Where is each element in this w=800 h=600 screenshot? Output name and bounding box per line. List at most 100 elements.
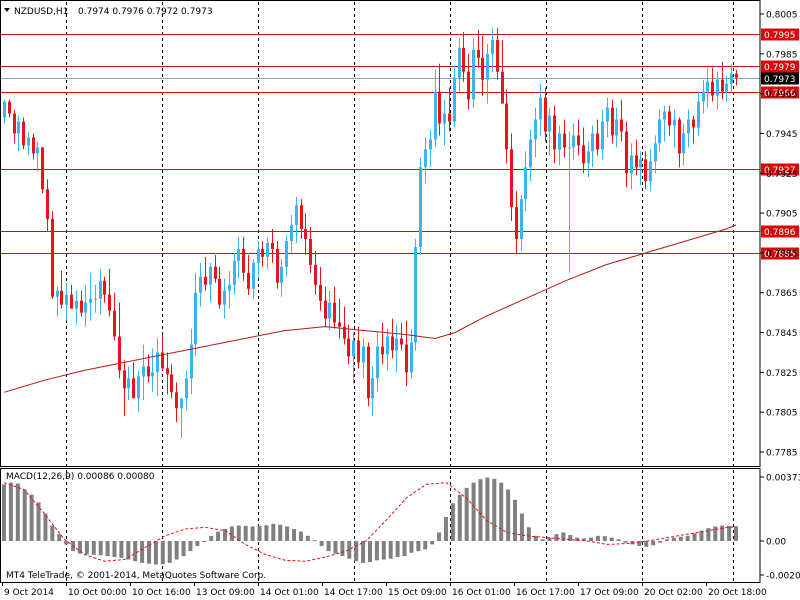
y-tick-label: 0.7845 bbox=[766, 329, 798, 339]
candle-body bbox=[319, 284, 322, 301]
macd-bar bbox=[457, 494, 462, 541]
macd-bar bbox=[623, 541, 628, 543]
macd-bar bbox=[409, 541, 414, 553]
candle-body bbox=[285, 240, 288, 267]
price-chart[interactable]: 0.79950.79790.79660.79270.78960.78850.79… bbox=[0, 0, 800, 600]
candle-body bbox=[453, 77, 456, 122]
candle-body bbox=[620, 119, 623, 132]
macd-bar bbox=[188, 541, 193, 552]
candle-body bbox=[577, 135, 580, 146]
level-tag-label: 0.7995 bbox=[764, 31, 796, 41]
candle-body bbox=[338, 322, 341, 327]
macd-bar bbox=[333, 541, 338, 554]
candle-body bbox=[553, 115, 556, 150]
candle-body bbox=[443, 113, 446, 124]
candle-body bbox=[529, 139, 532, 168]
candle-body bbox=[314, 264, 317, 285]
candle-body bbox=[711, 81, 714, 96]
macd-bar bbox=[119, 541, 124, 558]
candle-body bbox=[261, 248, 264, 257]
macd-bar bbox=[354, 541, 359, 562]
macd-y-tick-label: -0.00202 bbox=[766, 572, 800, 582]
candle-body bbox=[639, 159, 642, 168]
macd-bar bbox=[423, 541, 428, 550]
macd-bar bbox=[734, 526, 738, 541]
candle-body bbox=[376, 346, 379, 379]
chart-background bbox=[0, 0, 800, 600]
macd-bar bbox=[671, 537, 676, 541]
macd-bar bbox=[374, 541, 379, 561]
candle-body bbox=[257, 248, 260, 263]
level-tag-label: 0.7896 bbox=[764, 228, 796, 238]
macd-bar bbox=[105, 541, 110, 557]
macd-bar bbox=[485, 477, 490, 541]
macd-bar bbox=[84, 541, 89, 555]
y-tick-label: 0.7885 bbox=[766, 249, 798, 259]
candle-body bbox=[611, 107, 614, 136]
macd-bar bbox=[609, 537, 614, 541]
x-tick-label: 13 Oct 09:00 bbox=[196, 588, 255, 598]
candle-body bbox=[582, 145, 585, 164]
macd-bar bbox=[202, 541, 207, 542]
macd-bar bbox=[112, 541, 117, 557]
level-tag-label: 0.7979 bbox=[764, 63, 796, 73]
macd-bar bbox=[167, 541, 172, 563]
macd-bar bbox=[98, 541, 103, 556]
macd-bar bbox=[519, 513, 524, 541]
candle-body bbox=[673, 119, 676, 126]
candle-body bbox=[108, 294, 111, 311]
candle-body bbox=[214, 266, 217, 279]
macd-bar bbox=[140, 541, 145, 563]
macd-bar bbox=[588, 537, 593, 541]
candle-body bbox=[123, 370, 126, 389]
candle-body bbox=[3, 101, 6, 118]
macd-bar bbox=[91, 541, 96, 555]
macd-bar bbox=[236, 525, 241, 541]
macd-bar bbox=[50, 525, 55, 541]
candle-body bbox=[395, 338, 398, 351]
macd-bar bbox=[8, 482, 13, 541]
candle-body bbox=[362, 346, 365, 363]
macd-bar bbox=[554, 534, 559, 541]
x-tick-label: 20 Oct 18:00 bbox=[708, 588, 767, 598]
macd-bar bbox=[326, 541, 331, 552]
macd-bar bbox=[271, 523, 276, 541]
candle-body bbox=[524, 167, 527, 200]
macd-bar bbox=[561, 532, 566, 541]
candle-body bbox=[266, 242, 269, 257]
candle-body bbox=[448, 113, 451, 122]
candle-body bbox=[697, 101, 700, 128]
candle-body bbox=[386, 336, 389, 355]
candle-body bbox=[280, 266, 283, 283]
candle-body bbox=[658, 119, 661, 144]
candle-body bbox=[223, 290, 226, 305]
candle-body bbox=[60, 290, 63, 305]
candle-body bbox=[276, 248, 279, 283]
y-tick-label: 0.7965 bbox=[766, 90, 798, 100]
candle-body bbox=[271, 242, 274, 249]
candle-body bbox=[371, 378, 374, 399]
macd-bar bbox=[361, 541, 366, 563]
candle-body bbox=[391, 336, 394, 351]
macd-bar bbox=[651, 541, 656, 546]
macd-bar bbox=[713, 526, 718, 541]
x-tick-label: 9 Oct 2014 bbox=[4, 588, 54, 598]
macd-bar bbox=[568, 534, 573, 541]
macd-bar bbox=[499, 482, 504, 541]
macd-bar bbox=[181, 541, 186, 557]
macd-bar bbox=[706, 528, 711, 541]
macd-bar bbox=[264, 525, 269, 541]
macd-bar bbox=[685, 535, 690, 541]
x-tick-label: 17 Oct 09:00 bbox=[580, 588, 639, 598]
candle-body bbox=[22, 121, 25, 146]
symbol-label: NZDUSD,H1 bbox=[14, 7, 68, 17]
macd-bar bbox=[319, 541, 324, 547]
candle-body bbox=[544, 97, 547, 132]
candle-body bbox=[166, 368, 169, 375]
macd-label: MACD(12,26,9) 0.00086 0.00080 bbox=[6, 472, 155, 482]
candle-body bbox=[324, 300, 327, 319]
candle-body bbox=[587, 151, 590, 164]
candle-body bbox=[515, 207, 518, 239]
x-tick-label: 16 Oct 17:00 bbox=[516, 588, 575, 598]
macd-bar bbox=[57, 534, 62, 541]
